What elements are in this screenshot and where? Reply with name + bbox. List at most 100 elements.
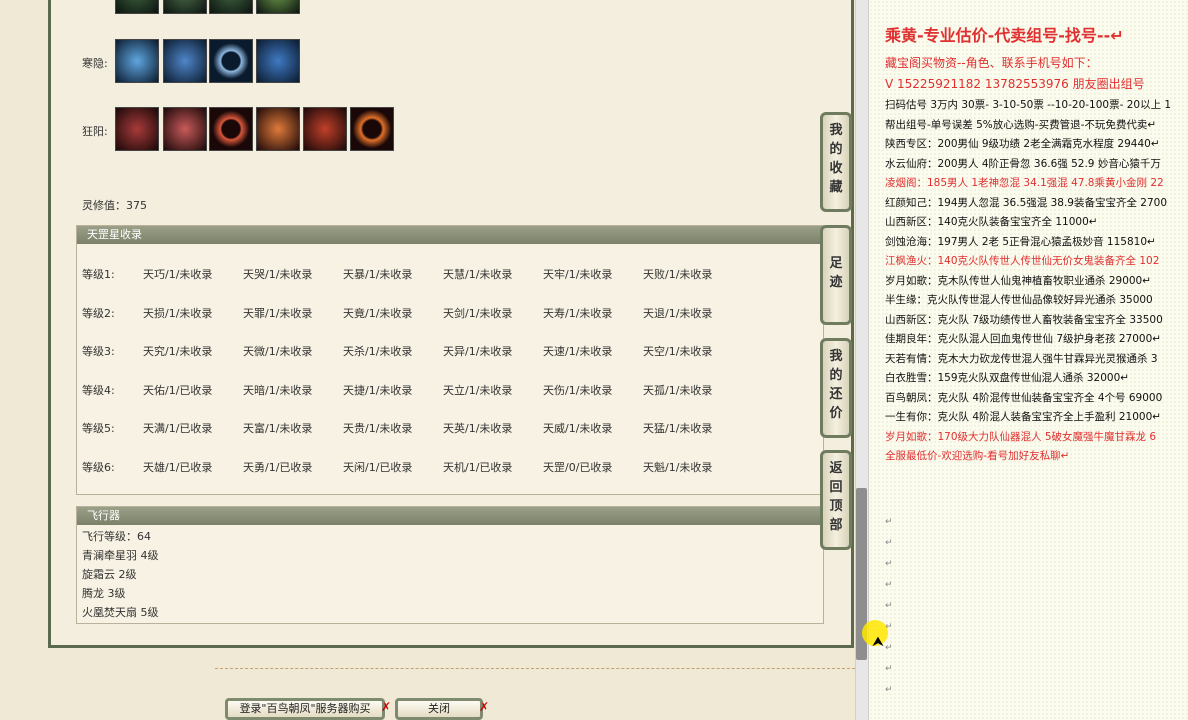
doc-line: 全服最低价-欢迎选购-看号加好友私聊↵ bbox=[885, 450, 1070, 462]
item-icon[interactable] bbox=[303, 107, 347, 151]
tiangang-level-label: 等级5: bbox=[82, 422, 115, 435]
tiangang-star-cell: 天损/1/未收录 bbox=[143, 307, 213, 320]
doc-line: 帮出组号-单号误差 5%放心选购-买费管退-不玩免费代卖↵ bbox=[885, 118, 1157, 131]
side-char: 藏 bbox=[829, 180, 843, 195]
return-mark: ↵ bbox=[885, 685, 893, 695]
tiangang-level-label: 等级3: bbox=[82, 345, 115, 358]
side-char: 还 bbox=[829, 387, 843, 402]
side-char: 我 bbox=[829, 123, 843, 138]
login-buy-label: 登录"百鸟朝凤"服务器购买 bbox=[239, 702, 371, 715]
doc-line: 山西新区：140克火队装备宝宝齐全 11000↵ bbox=[885, 216, 1098, 228]
tiangang-level-label: 等级4: bbox=[82, 384, 115, 397]
side-char: 顶 bbox=[829, 499, 843, 514]
footprint-button[interactable]: 足 迹 bbox=[820, 225, 852, 325]
tiangang-star-cell: 天魁/1/未收录 bbox=[643, 461, 713, 474]
item-icon[interactable] bbox=[163, 0, 207, 14]
tiangang-star-cell: 天捷/1/未收录 bbox=[343, 384, 413, 397]
back-to-top-button[interactable]: 返 回 顶 部 bbox=[820, 450, 852, 550]
doc-line: 一生有你：克火队 4阶混人装备宝宝齐全上手盈利 21000↵ bbox=[885, 411, 1162, 423]
tiangang-star-cell: 天孤/1/未收录 bbox=[643, 384, 713, 397]
doc-line: 天若有情：克木大力砍龙传世混人强牛甘霖异光灵猴通杀 3 bbox=[885, 352, 1158, 365]
tiangang-star-cell: 天机/1/已收录 bbox=[443, 461, 513, 474]
favorites-button[interactable]: 我 的 收 藏 bbox=[820, 112, 852, 212]
item-icon[interactable] bbox=[256, 107, 300, 151]
doc-line: 红颜知己：194男人忽混 36.5强混 38.9装备宝宝齐全 2700 bbox=[885, 196, 1168, 209]
doc-line: 佳期良年：克火队混人回血鬼传世仙 7级护身老孩 27000↵ bbox=[885, 333, 1162, 345]
return-mark: ↵ bbox=[885, 664, 893, 674]
item-icon[interactable] bbox=[115, 39, 159, 83]
doc-line: 水云仙府：200男人 4阶正骨忽 36.6强 52.9 妙音心猿千万 bbox=[885, 157, 1161, 170]
tiangang-star-cell: 天伤/1/未收录 bbox=[543, 384, 613, 397]
tiangang-star-cell: 天寿/1/未收录 bbox=[543, 307, 613, 320]
mouse-pointer-icon: ⮝ bbox=[872, 634, 884, 650]
tiangang-star-cell: 天退/1/未收录 bbox=[643, 307, 713, 320]
feixing-panel: 飞行器 bbox=[76, 506, 824, 624]
tiangang-star-cell: 天英/1/未收录 bbox=[443, 422, 513, 435]
doc-title: 乘黄-专业估价-代卖组号-找号--↵ bbox=[885, 26, 1124, 45]
item-icon[interactable] bbox=[115, 107, 159, 151]
tiangang-star-cell: 天罡/0/已收录 bbox=[543, 461, 613, 474]
item-icon[interactable] bbox=[163, 39, 207, 83]
side-char: 收 bbox=[829, 161, 843, 176]
dashed-divider bbox=[215, 668, 855, 669]
tiangang-star-cell: 天速/1/未收录 bbox=[543, 345, 613, 358]
item-icon[interactable] bbox=[163, 107, 207, 151]
close-x-icon: ✗ bbox=[479, 700, 490, 714]
side-char: 足 bbox=[829, 256, 843, 271]
tiangang-title: 天罡星收录 bbox=[77, 226, 823, 244]
doc-line: 藏宝阁买物资--角色、联系手机号如下： bbox=[885, 56, 1098, 70]
feixing-title: 飞行器 bbox=[77, 507, 823, 525]
return-mark: ↵ bbox=[885, 517, 893, 527]
item-icon[interactable] bbox=[209, 0, 253, 14]
tiangang-star-cell: 天雄/1/已收录 bbox=[143, 461, 213, 474]
tiangang-star-cell: 天勇/1/已收录 bbox=[243, 461, 313, 474]
tiangang-star-cell: 天暴/1/未收录 bbox=[343, 268, 413, 281]
item-icon[interactable] bbox=[256, 0, 300, 14]
tiangang-star-cell: 天罪/1/未收录 bbox=[243, 307, 313, 320]
feixing-level: 飞行等级：64 bbox=[82, 530, 151, 543]
item-icon[interactable] bbox=[209, 39, 253, 83]
doc-line: 剑蚀沧海：197男人 2老 5正骨混心猿孟极妙音 115810↵ bbox=[885, 235, 1156, 248]
lingxiu-value: 灵修值：375 bbox=[82, 199, 147, 212]
tiangang-star-cell: 天竟/1/未收录 bbox=[343, 307, 413, 320]
doc-line: 山西新区：克火队 7级功绩传世人畜牧装备宝宝齐全 33500 bbox=[885, 313, 1163, 326]
tiangang-star-cell: 天立/1/未收录 bbox=[443, 384, 513, 397]
tiangang-star-cell: 天杀/1/未收录 bbox=[343, 345, 413, 358]
close-button[interactable]: 关闭 bbox=[395, 698, 483, 720]
tiangang-star-cell: 天空/1/未收录 bbox=[643, 345, 713, 358]
hanyin-label: 寒隐: bbox=[82, 57, 108, 70]
tiangang-level-label: 等级6: bbox=[82, 461, 115, 474]
doc-line: 岁月如歌：170级大力队仙器混人 5破女魔强牛魔甘霖龙 6 bbox=[885, 430, 1157, 443]
doc-line: 凌烟阁：185男人 1老神忽混 34.1强混 47.8乘黄小金刚 22 bbox=[885, 177, 1164, 189]
doc-line: V 15225921182 13782553976 朋友圈出组号 bbox=[885, 77, 1145, 91]
doc-line: 扫码估号 3万内 30票- 3-10-50票 --10-20-100票- 20以… bbox=[885, 99, 1172, 111]
doc-line: 岁月如歌：克木队传世人仙鬼神植畜牧职业通杀 29000↵ bbox=[885, 274, 1152, 287]
left-pane: 寒隐: 狂阳: 灵修值：375 天罡星收录 等级1: 天巧/1/未收录 天哭/1/未… bbox=[0, 0, 855, 720]
tiangang-star-cell: 天贵/1/未收录 bbox=[343, 422, 413, 435]
doc-line: 白衣胜雪：159克火队双盘传世仙混人通杀 32000↵ bbox=[885, 372, 1130, 384]
tiangang-star-cell: 天微/1/未收录 bbox=[243, 345, 313, 358]
doc-line: 半生缘：克火队传世混人传世仙品像较好异光通杀 35000 bbox=[885, 294, 1153, 306]
close-x-icon: ✗ bbox=[381, 700, 392, 714]
tiangang-star-cell: 天败/1/未收录 bbox=[643, 268, 713, 281]
feixing-item: 腾龙 3级 bbox=[82, 587, 126, 600]
return-mark: ↵ bbox=[885, 643, 893, 653]
tiangang-star-cell: 天富/1/未收录 bbox=[243, 422, 313, 435]
side-char: 部 bbox=[829, 518, 843, 533]
tiangang-star-cell: 天猛/1/未收录 bbox=[643, 422, 713, 435]
item-icon[interactable] bbox=[209, 107, 253, 151]
tiangang-star-cell: 天满/1/已收录 bbox=[143, 422, 213, 435]
side-char: 迹 bbox=[829, 275, 843, 290]
return-mark: ↵ bbox=[885, 580, 893, 590]
tiangang-star-cell: 天巧/1/未收录 bbox=[143, 268, 213, 281]
feixing-item: 旋霜云 2级 bbox=[82, 568, 137, 581]
right-document: 乘黄-专业估价-代卖组号-找号--↵ 藏宝阁买物资--角色、联系手机号如下： V… bbox=[868, 0, 1188, 720]
close-label: 关闭 bbox=[428, 702, 450, 715]
item-icon[interactable] bbox=[115, 0, 159, 14]
side-char: 返 bbox=[829, 461, 843, 476]
item-icon[interactable] bbox=[256, 39, 300, 83]
return-mark: ↵ bbox=[885, 559, 893, 569]
login-buy-button[interactable]: 登录"百鸟朝凤"服务器购买 bbox=[225, 698, 385, 720]
item-icon[interactable] bbox=[350, 107, 394, 151]
my-offers-button[interactable]: 我 的 还 价 bbox=[820, 338, 852, 438]
